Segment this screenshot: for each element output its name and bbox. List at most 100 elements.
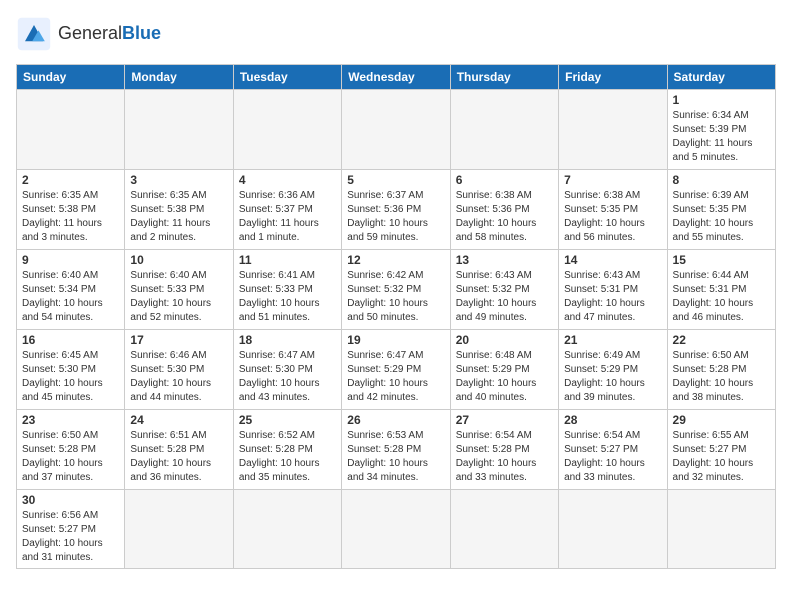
calendar-day-cell: 18 Sunrise: 6:47 AM Sunset: 5:30 PM Dayli… <box>233 330 341 410</box>
day-info: Sunrise: 6:53 AM Sunset: 5:28 PM Dayligh… <box>347 429 444 485</box>
calendar-day-cell: 13 Sunrise: 6:43 AM Sunset: 5:32 PM Dayli… <box>450 250 558 330</box>
calendar-day-cell: 15 Sunrise: 6:44 AM Sunset: 5:31 PM Dayli… <box>667 250 775 330</box>
calendar-day-cell: 2 Sunrise: 6:35 AM Sunset: 5:38 PM Daylig… <box>17 170 125 250</box>
day-number: 1 <box>673 93 770 107</box>
calendar-day-cell: 8Sunrise: 6:39 AM Sunset: 5:35 PM Daylig… <box>667 170 775 250</box>
day-number: 19 <box>347 333 444 347</box>
page-header: GeneralBlue <box>16 16 776 52</box>
day-info: Sunrise: 6:45 AM Sunset: 5:30 PM Dayligh… <box>22 349 119 405</box>
day-number: 13 <box>456 253 553 267</box>
calendar-day-cell <box>559 490 667 569</box>
calendar-day-cell: 12Sunrise: 6:42 AM Sunset: 5:32 PM Dayli… <box>342 250 450 330</box>
logo-icon <box>16 16 52 52</box>
calendar-day-cell: 3 Sunrise: 6:35 AM Sunset: 5:38 PM Daylig… <box>125 170 233 250</box>
calendar-day-cell: 23 Sunrise: 6:50 AM Sunset: 5:28 PM Dayli… <box>17 410 125 490</box>
day-info: Sunrise: 6:35 AM Sunset: 5:38 PM Dayligh… <box>130 189 227 245</box>
calendar-day-cell: 28Sunrise: 6:54 AM Sunset: 5:27 PM Dayli… <box>559 410 667 490</box>
calendar-day-cell: 7 Sunrise: 6:38 AM Sunset: 5:35 PM Daylig… <box>559 170 667 250</box>
day-number: 6 <box>456 173 553 187</box>
day-info: Sunrise: 6:35 AM Sunset: 5:38 PM Dayligh… <box>22 189 119 245</box>
day-info: Sunrise: 6:43 AM Sunset: 5:32 PM Dayligh… <box>456 269 553 325</box>
calendar-day-cell <box>125 90 233 170</box>
calendar-day-cell <box>233 90 341 170</box>
day-info: Sunrise: 6:50 AM Sunset: 5:28 PM Dayligh… <box>22 429 119 485</box>
day-number: 10 <box>130 253 227 267</box>
calendar-day-cell <box>17 90 125 170</box>
calendar-day-cell: 17 Sunrise: 6:46 AM Sunset: 5:30 PM Dayli… <box>125 330 233 410</box>
day-info: Sunrise: 6:43 AM Sunset: 5:31 PM Dayligh… <box>564 269 661 325</box>
day-info: Sunrise: 6:38 AM Sunset: 5:35 PM Dayligh… <box>564 189 661 245</box>
day-header-saturday: Saturday <box>667 65 775 90</box>
calendar-day-cell <box>233 490 341 569</box>
calendar-day-cell <box>342 90 450 170</box>
day-number: 17 <box>130 333 227 347</box>
calendar-day-cell: 6 Sunrise: 6:38 AM Sunset: 5:36 PM Daylig… <box>450 170 558 250</box>
day-number: 25 <box>239 413 336 427</box>
day-number: 14 <box>564 253 661 267</box>
day-number: 23 <box>22 413 119 427</box>
calendar-day-cell: 1Sunrise: 6:34 AM Sunset: 5:39 PM Daylig… <box>667 90 775 170</box>
day-number: 29 <box>673 413 770 427</box>
day-number: 21 <box>564 333 661 347</box>
day-number: 16 <box>22 333 119 347</box>
calendar-day-cell: 25 Sunrise: 6:52 AM Sunset: 5:28 PM Dayli… <box>233 410 341 490</box>
calendar-day-cell <box>559 90 667 170</box>
day-number: 7 <box>564 173 661 187</box>
day-info: Sunrise: 6:47 AM Sunset: 5:29 PM Dayligh… <box>347 349 444 405</box>
day-info: Sunrise: 6:52 AM Sunset: 5:28 PM Dayligh… <box>239 429 336 485</box>
day-header-monday: Monday <box>125 65 233 90</box>
day-header-sunday: Sunday <box>17 65 125 90</box>
day-info: Sunrise: 6:39 AM Sunset: 5:35 PM Dayligh… <box>673 189 770 245</box>
calendar-week-row: 1Sunrise: 6:34 AM Sunset: 5:39 PM Daylig… <box>17 90 776 170</box>
day-info: Sunrise: 6:54 AM Sunset: 5:27 PM Dayligh… <box>564 429 661 485</box>
day-number: 22 <box>673 333 770 347</box>
day-info: Sunrise: 6:50 AM Sunset: 5:28 PM Dayligh… <box>673 349 770 405</box>
day-number: 24 <box>130 413 227 427</box>
calendar-day-cell: 4Sunrise: 6:36 AM Sunset: 5:37 PM Daylig… <box>233 170 341 250</box>
calendar-day-cell <box>450 90 558 170</box>
calendar-day-cell: 30Sunrise: 6:56 AM Sunset: 5:27 PM Dayli… <box>17 490 125 569</box>
day-info: Sunrise: 6:55 AM Sunset: 5:27 PM Dayligh… <box>673 429 770 485</box>
calendar-day-cell: 26Sunrise: 6:53 AM Sunset: 5:28 PM Dayli… <box>342 410 450 490</box>
day-number: 2 <box>22 173 119 187</box>
day-number: 15 <box>673 253 770 267</box>
calendar-day-cell: 24 Sunrise: 6:51 AM Sunset: 5:28 PM Dayli… <box>125 410 233 490</box>
day-info: Sunrise: 6:51 AM Sunset: 5:28 PM Dayligh… <box>130 429 227 485</box>
day-number: 3 <box>130 173 227 187</box>
calendar-table: SundayMondayTuesdayWednesdayThursdayFrid… <box>16 64 776 569</box>
calendar-day-cell: 11Sunrise: 6:41 AM Sunset: 5:33 PM Dayli… <box>233 250 341 330</box>
day-info: Sunrise: 6:54 AM Sunset: 5:28 PM Dayligh… <box>456 429 553 485</box>
day-number: 20 <box>456 333 553 347</box>
calendar-day-cell: 20 Sunrise: 6:48 AM Sunset: 5:29 PM Dayli… <box>450 330 558 410</box>
calendar-day-cell: 21Sunrise: 6:49 AM Sunset: 5:29 PM Dayli… <box>559 330 667 410</box>
day-info: Sunrise: 6:44 AM Sunset: 5:31 PM Dayligh… <box>673 269 770 325</box>
day-number: 27 <box>456 413 553 427</box>
day-number: 5 <box>347 173 444 187</box>
day-number: 18 <box>239 333 336 347</box>
day-info: Sunrise: 6:36 AM Sunset: 5:37 PM Dayligh… <box>239 189 336 245</box>
day-number: 11 <box>239 253 336 267</box>
calendar-day-cell: 29 Sunrise: 6:55 AM Sunset: 5:27 PM Dayli… <box>667 410 775 490</box>
calendar-header-row: SundayMondayTuesdayWednesdayThursdayFrid… <box>17 65 776 90</box>
calendar-day-cell: 22 Sunrise: 6:50 AM Sunset: 5:28 PM Dayli… <box>667 330 775 410</box>
day-info: Sunrise: 6:38 AM Sunset: 5:36 PM Dayligh… <box>456 189 553 245</box>
calendar-day-cell <box>342 490 450 569</box>
day-info: Sunrise: 6:46 AM Sunset: 5:30 PM Dayligh… <box>130 349 227 405</box>
day-header-tuesday: Tuesday <box>233 65 341 90</box>
calendar-day-cell: 5Sunrise: 6:37 AM Sunset: 5:36 PM Daylig… <box>342 170 450 250</box>
day-header-friday: Friday <box>559 65 667 90</box>
day-header-thursday: Thursday <box>450 65 558 90</box>
day-header-wednesday: Wednesday <box>342 65 450 90</box>
day-number: 30 <box>22 493 119 507</box>
calendar-day-cell <box>667 490 775 569</box>
calendar-day-cell: 16 Sunrise: 6:45 AM Sunset: 5:30 PM Dayli… <box>17 330 125 410</box>
day-info: Sunrise: 6:48 AM Sunset: 5:29 PM Dayligh… <box>456 349 553 405</box>
day-info: Sunrise: 6:42 AM Sunset: 5:32 PM Dayligh… <box>347 269 444 325</box>
logo-text: GeneralBlue <box>58 24 161 44</box>
calendar-day-cell: 27 Sunrise: 6:54 AM Sunset: 5:28 PM Dayli… <box>450 410 558 490</box>
day-info: Sunrise: 6:47 AM Sunset: 5:30 PM Dayligh… <box>239 349 336 405</box>
calendar-day-cell: 19 Sunrise: 6:47 AM Sunset: 5:29 PM Dayli… <box>342 330 450 410</box>
calendar-day-cell: 14 Sunrise: 6:43 AM Sunset: 5:31 PM Dayli… <box>559 250 667 330</box>
day-number: 9 <box>22 253 119 267</box>
calendar-day-cell <box>125 490 233 569</box>
